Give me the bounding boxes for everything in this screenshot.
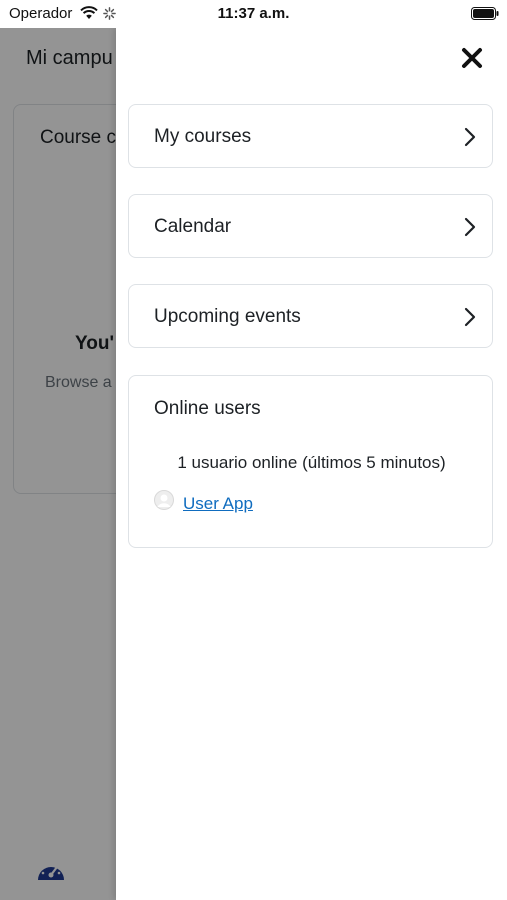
online-users-count: 1 usuario online (últimos 5 minutos) [177, 453, 446, 472]
block-calendar-label: Calendar [154, 216, 232, 237]
close-icon [462, 48, 482, 68]
online-user-link[interactable]: User App [183, 494, 253, 514]
chevron-right-icon [464, 127, 476, 147]
status-bar: Operador 11:37 a.m. [0, 0, 507, 28]
status-time: 11:37 a.m. [217, 5, 290, 22]
battery-icon [471, 7, 499, 20]
block-my-courses-label: My courses [154, 126, 252, 147]
close-button[interactable] [456, 42, 488, 74]
block-online-users: Online users 1 usuario online (últimos 5… [128, 375, 493, 548]
blocks-drawer: My courses Calendar Upcoming events Onli… [116, 28, 507, 900]
block-upcoming-events-label: Upcoming events [154, 306, 301, 327]
block-calendar[interactable]: Calendar [128, 194, 493, 258]
user-avatar-icon [154, 490, 174, 510]
online-users-title: Online users [154, 398, 261, 419]
block-my-courses[interactable]: My courses [128, 104, 493, 168]
chevron-right-icon [464, 217, 476, 237]
block-upcoming-events[interactable]: Upcoming events [128, 284, 493, 348]
chevron-right-icon [464, 307, 476, 327]
